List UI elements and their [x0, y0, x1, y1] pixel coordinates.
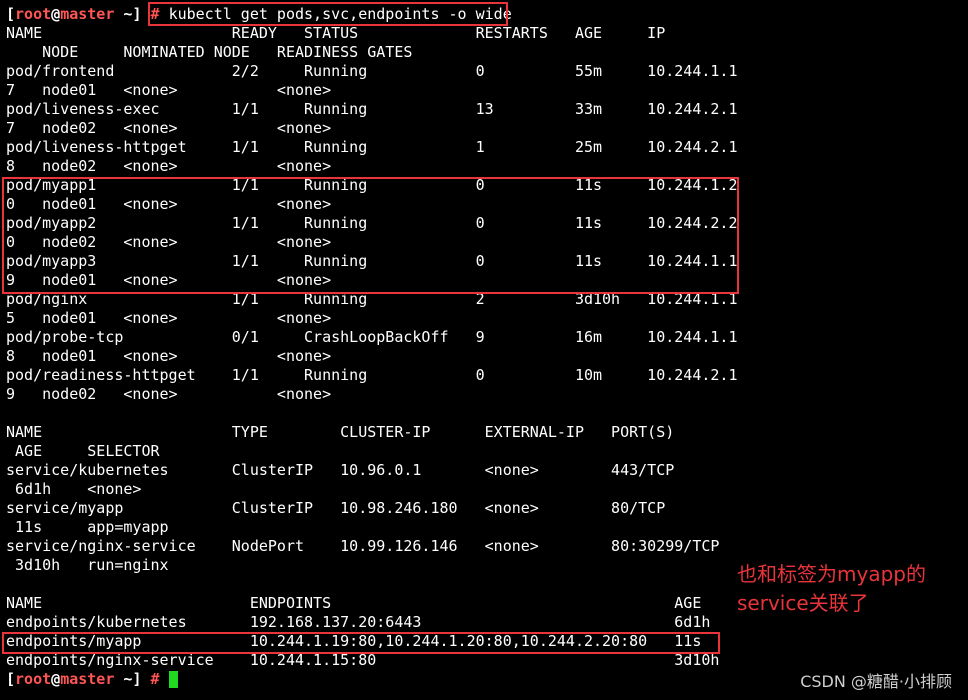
output-line: service/myapp ClusterIP 10.98.246.180 <n…	[6, 499, 666, 517]
output-line: 5 node01 <none> <none>	[6, 309, 332, 327]
prompt-hash: #	[150, 5, 160, 23]
annotation-note: 也和标签为myapp的 service关联了	[737, 560, 926, 618]
output-line: 7 node01 <none> <none>	[6, 81, 332, 99]
prompt-bracket-open: [	[6, 670, 16, 688]
prompt-bracket-close: ]	[132, 5, 142, 23]
output-line: pod/myapp2 1/1 Running 0 11s 10.244.2.2	[6, 214, 738, 232]
prompt-bracket-close: ]	[132, 670, 142, 688]
prompt-host: master	[60, 670, 115, 688]
output-line: 11s app=myapp	[6, 518, 169, 536]
output-line: 0 node02 <none> <none>	[6, 233, 332, 251]
output-line: pod/liveness-exec 1/1 Running 13 33m 10.…	[6, 100, 738, 118]
output-line: AGE SELECTOR	[6, 442, 160, 460]
prompt-user: root	[15, 5, 52, 23]
output-line: 0 node01 <none> <none>	[6, 195, 332, 213]
command-text: kubectl get pods,svc,endpoints -o wide	[168, 5, 512, 23]
prompt-at: @	[51, 5, 61, 23]
prompt-bracket-open: [	[6, 5, 16, 23]
output-line: endpoints/myapp 10.244.1.19:80,10.244.1.…	[6, 632, 702, 650]
output-line: NODE NOMINATED NODE READINESS GATES	[6, 43, 413, 61]
prompt-host: master	[60, 5, 115, 23]
output-line: pod/frontend 2/2 Running 0 55m 10.244.1.…	[6, 62, 738, 80]
output-line: pod/liveness-httpget 1/1 Running 1 25m 1…	[6, 138, 738, 156]
output-line: pod/myapp3 1/1 Running 0 11s 10.244.1.1	[6, 252, 738, 270]
output-line: NAME READY STATUS RESTARTS AGE IP	[6, 24, 666, 42]
output-line: 6d1h <none>	[6, 480, 142, 498]
output-line: pod/readiness-httpget 1/1 Running 0 10m …	[6, 366, 738, 384]
prompt-hash: #	[150, 670, 160, 688]
annotation-line-1: 也和标签为myapp的	[737, 562, 926, 586]
terminal-cursor	[168, 671, 178, 688]
output-line: service/nginx-service NodePort 10.99.126…	[6, 537, 720, 555]
output-line: NAME TYPE CLUSTER-IP EXTERNAL-IP PORT(S)	[6, 423, 675, 441]
annotation-line-2: service关联了	[737, 591, 869, 615]
output-line: 8 node02 <none> <none>	[6, 157, 332, 175]
output-line: service/kubernetes ClusterIP 10.96.0.1 <…	[6, 461, 675, 479]
output-line: pod/probe-tcp 0/1 CrashLoopBackOff 9 16m…	[6, 328, 738, 346]
prompt-user: root	[15, 670, 52, 688]
output-line: pod/nginx 1/1 Running 2 3d10h 10.244.1.1	[6, 290, 738, 308]
output-line: 9 node02 <none> <none>	[6, 385, 332, 403]
prompt-at: @	[51, 670, 61, 688]
watermark: CSDN @糖醋·小排顾	[800, 672, 952, 691]
output-line: 7 node02 <none> <none>	[6, 119, 332, 137]
output-line: pod/myapp1 1/1 Running 0 11s 10.244.1.2	[6, 176, 738, 194]
output-line: 9 node01 <none> <none>	[6, 271, 332, 289]
command-prompt-line: [root@master ~] # kubectl get pods,svc,e…	[6, 5, 962, 24]
output-line: 8 node01 <none> <none>	[6, 347, 332, 365]
